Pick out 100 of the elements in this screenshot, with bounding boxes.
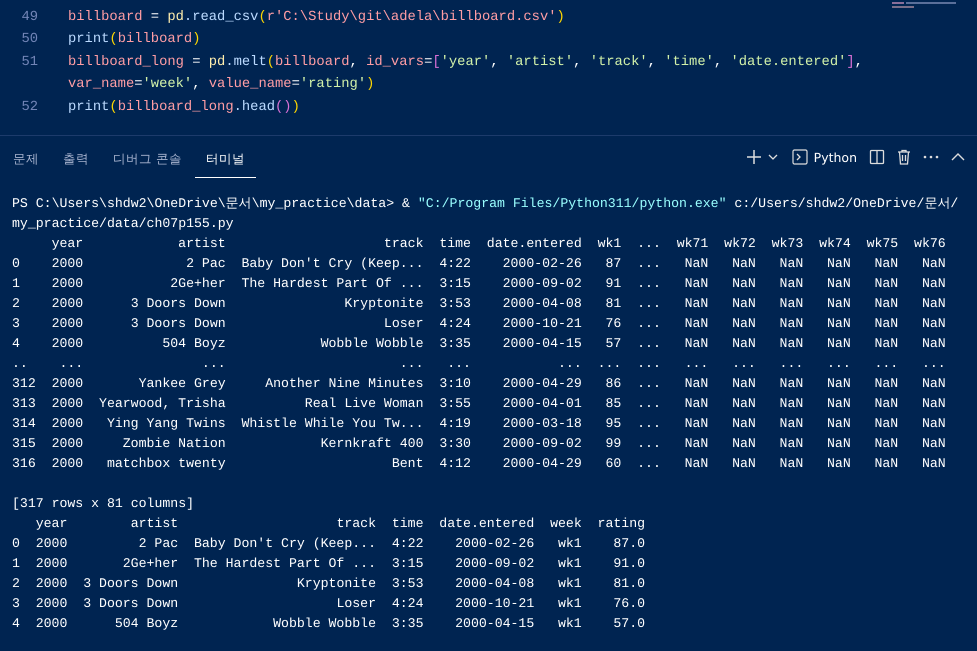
- table-cell-text: ...: [920, 355, 946, 373]
- table-cell-text: 2Ge+her: [169, 275, 226, 293]
- trash-icon[interactable]: [897, 149, 911, 165]
- table-cell-text: ...: [200, 355, 226, 373]
- table-cell-text: ...: [637, 455, 661, 473]
- terminal-profile-button[interactable]: Python: [792, 149, 857, 165]
- table-cell-text: 2000: [52, 295, 84, 313]
- table-cell-text: Bent: [390, 455, 424, 473]
- column-header: wk75: [866, 235, 898, 253]
- table-cell-text: NaN: [920, 375, 946, 393]
- table-cell-text: 99: [604, 435, 622, 453]
- row-index: ..: [12, 355, 29, 373]
- panel-tab[interactable]: 터미널: [194, 142, 256, 178]
- table-cell-text: 87.0: [612, 535, 646, 553]
- table-cell-text: NaN: [873, 255, 898, 273]
- row-index: 315: [12, 435, 36, 453]
- table-cell-text: ...: [637, 255, 661, 273]
- table-cell-text: NaN: [731, 335, 756, 353]
- table-cell-text: 76: [604, 315, 622, 333]
- table-cell-text: NaN: [778, 415, 804, 433]
- panel-tab[interactable]: 출력: [52, 142, 100, 178]
- table-cell-text: ...: [637, 375, 661, 393]
- table-cell-text: Kryptonite: [296, 575, 376, 593]
- table-cell-text: 2000: [52, 395, 84, 413]
- table-cell-text: 3 Doors Down: [130, 315, 226, 333]
- table-cell-text: ...: [598, 355, 622, 373]
- table-cell-text: NaN: [826, 395, 851, 413]
- table-cell-text: 76.0: [612, 595, 646, 613]
- table-cell-text: NaN: [731, 455, 756, 473]
- column-header: rating: [598, 515, 646, 533]
- table-cell-text: Baby Don't Cry (Keep...: [194, 535, 376, 553]
- table-cell-text: 3:55: [439, 395, 471, 413]
- table-cell-text: NaN: [684, 435, 708, 453]
- table-cell-text: 4:24: [392, 595, 424, 613]
- table-cell-text: ...: [731, 355, 756, 373]
- column-header: year: [52, 235, 84, 253]
- column-header: wk74: [819, 235, 851, 253]
- row-index: 313: [12, 395, 36, 413]
- table-cell-text: NaN: [873, 315, 898, 333]
- table-cell-text: NaN: [920, 415, 946, 433]
- table-cell-text: NaN: [826, 295, 851, 313]
- table-cell-text: 2000: [36, 535, 68, 553]
- table-cell-text: NaN: [778, 275, 804, 293]
- column-header: wk76: [914, 235, 946, 253]
- table-cell-text: NaN: [920, 275, 946, 293]
- row-index: 312: [12, 375, 36, 393]
- chevron-up-icon[interactable]: [951, 153, 965, 161]
- table-cell-text: ...: [398, 355, 424, 373]
- table-cell-text: 2000-09-02: [502, 275, 582, 293]
- code-line: print(billboard): [68, 31, 202, 50]
- table-cell-text: ...: [637, 335, 661, 353]
- table-cell-text: 2000: [52, 435, 84, 453]
- panel-tab[interactable]: 디버그 콘솔: [102, 142, 193, 178]
- table-cell-text: 91: [604, 275, 622, 293]
- table-cell-text: NaN: [778, 295, 804, 313]
- table-cell-text: 85: [604, 395, 622, 413]
- table-cell-text: NaN: [778, 375, 804, 393]
- table-cell-text: NaN: [731, 295, 756, 313]
- table-cell-text: ...: [637, 275, 661, 293]
- table-cell-text: wk1: [556, 615, 582, 633]
- table-cell-text: NaN: [778, 315, 804, 333]
- table-cell-text: Zombie Nation: [122, 435, 226, 453]
- table-cell-text: NaN: [778, 435, 804, 453]
- line-number: 50: [20, 31, 38, 50]
- table-cell-text: 2000: [52, 255, 84, 273]
- table-cell-text: 4:12: [439, 455, 471, 473]
- table-cell-text: NaN: [920, 295, 946, 313]
- table-cell-text: Loser: [335, 595, 376, 613]
- table-cell-text: Yankee Grey: [138, 375, 226, 393]
- column-header: track: [335, 515, 376, 533]
- row-index: 316: [12, 455, 36, 473]
- column-header: wk72: [724, 235, 756, 253]
- table-cell-text: NaN: [920, 435, 946, 453]
- table-cell-text: 2000-04-15: [454, 615, 534, 633]
- table-cell-text: ...: [637, 315, 661, 333]
- table-cell-text: NaN: [826, 455, 851, 473]
- table-cell-text: 2000-02-26: [454, 535, 534, 553]
- table-cell-text: ...: [637, 355, 661, 373]
- column-header: wk71: [676, 235, 708, 253]
- table-cell-text: 57: [604, 335, 622, 353]
- table-cell-text: 504 Boyz: [161, 335, 226, 353]
- table-cell-text: ...: [684, 355, 708, 373]
- table-cell-text: ...: [873, 355, 898, 373]
- table-cell-text: ...: [637, 415, 661, 433]
- table-cell-text: NaN: [684, 315, 708, 333]
- table-cell-text: 2000: [52, 415, 84, 433]
- row-index: 4: [12, 335, 21, 353]
- table-cell-text: 4:19: [439, 415, 471, 433]
- panel-tab[interactable]: 문제: [12, 142, 50, 178]
- table-cell-text: NaN: [920, 315, 946, 333]
- table-cell-text: 2000-04-29: [502, 375, 582, 393]
- split-icon[interactable]: [869, 149, 885, 165]
- table-cell-text: 2000-03-18: [502, 415, 582, 433]
- chevron-down-icon[interactable]: [768, 154, 778, 160]
- more-icon[interactable]: [923, 155, 939, 159]
- table-cell-text: Yearwood, Trisha: [99, 395, 226, 413]
- table-cell-text: Another Nine Minutes: [264, 375, 424, 393]
- plus-icon[interactable]: [746, 149, 762, 165]
- table-cell-text: 3 Doors Down: [83, 575, 178, 593]
- table-cell-text: 2000-10-21: [454, 595, 534, 613]
